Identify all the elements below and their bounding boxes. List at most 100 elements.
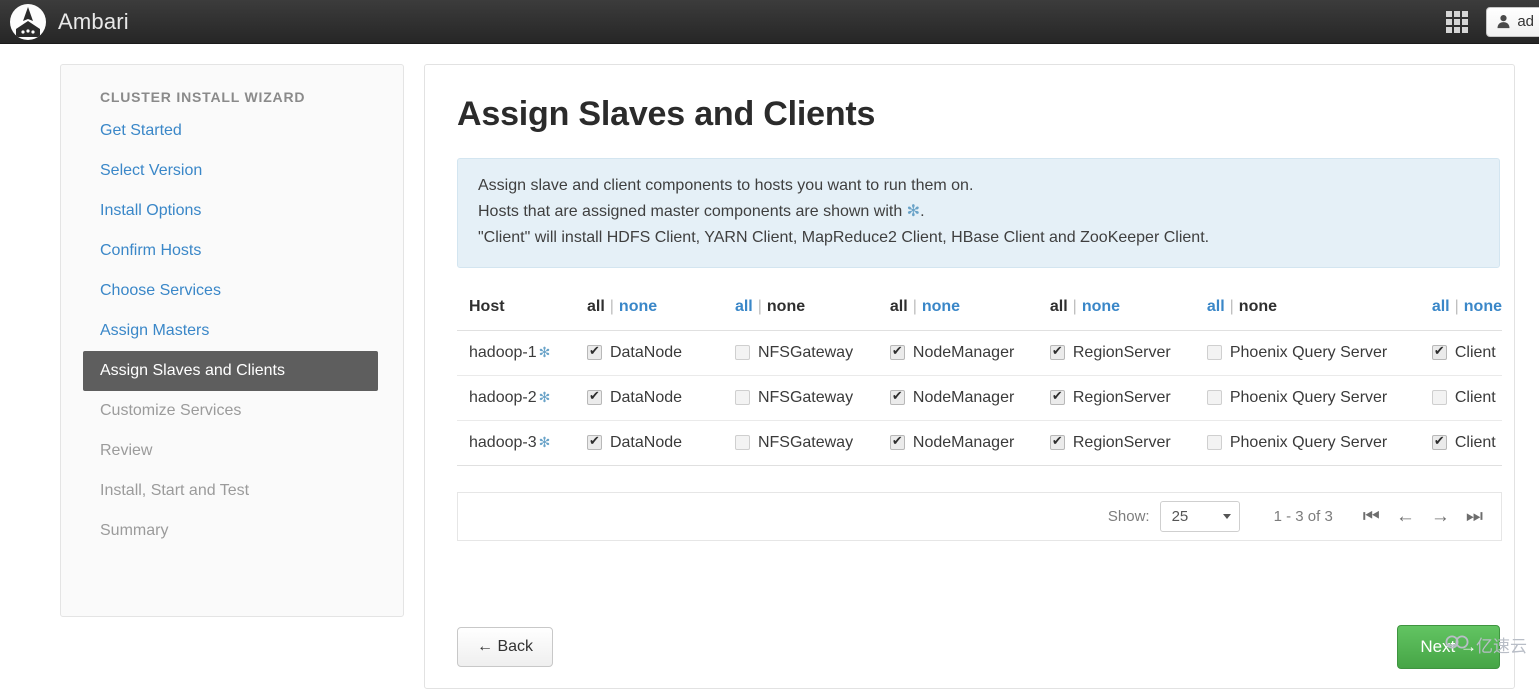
cell-regionserver[interactable]: RegionServer: [1049, 330, 1207, 376]
first-page-icon[interactable]: ⏮: [1363, 507, 1380, 526]
cell-datanode[interactable]: DataNode: [586, 420, 735, 466]
cell-nfsgateway[interactable]: NFSGateway: [734, 375, 890, 421]
sidebar-item-install-options[interactable]: Install Options: [61, 191, 403, 231]
label-nfsgateway: NFSGateway: [757, 434, 854, 451]
pagination-range: 1 - 3 of 3: [1273, 508, 1333, 525]
cell-nfsgateway[interactable]: NFSGateway: [734, 330, 890, 376]
assign-table-body: hadoop-1✻ DataNode NFSGateway NodeManage…: [457, 330, 1502, 466]
sidebar-item-assign-slaves[interactable]: Assign Slaves and Clients: [83, 351, 378, 391]
label-phoenix: Phoenix Query Server: [1229, 344, 1388, 361]
cell-nfsgateway[interactable]: NFSGateway: [734, 420, 890, 466]
sidebar-item-get-started[interactable]: Get Started: [61, 111, 403, 151]
wizard-sidebar: CLUSTER INSTALL WIZARD Get Started Selec…: [60, 64, 404, 617]
last-page-icon[interactable]: ⏭: [1466, 507, 1483, 526]
all-link-phoenix[interactable]: all: [1207, 298, 1225, 315]
navbar-right: ad: [1446, 0, 1539, 44]
col-header-nfsgateway: all | none: [734, 290, 890, 331]
user-menu-label: ad: [1517, 13, 1534, 30]
checkbox-datanode[interactable]: [586, 433, 602, 450]
checkbox-nfsgateway[interactable]: [734, 390, 750, 405]
prev-page-icon[interactable]: ←: [1396, 507, 1415, 526]
none-link-client[interactable]: none: [1464, 298, 1502, 315]
back-button[interactable]: ← Back: [457, 627, 554, 667]
watermark: 亿速云: [1445, 632, 1527, 657]
checkbox-client[interactable]: [1431, 343, 1447, 360]
none-link-regionserver[interactable]: none: [1082, 298, 1120, 315]
host-cell: hadoop-3 ✻: [457, 420, 587, 466]
label-phoenix: Phoenix Query Server: [1229, 389, 1388, 406]
assign-table: Host all | none all | none all | none all | none: [457, 290, 1502, 466]
brand[interactable]: Ambari: [10, 3, 129, 40]
next-page-icon[interactable]: →: [1431, 507, 1450, 526]
checkbox-datanode[interactable]: [586, 343, 602, 360]
sidebar-item-select-version[interactable]: Select Version: [61, 151, 403, 191]
none-link-datanode[interactable]: none: [619, 298, 657, 315]
all-link-nodemanager[interactable]: all: [890, 298, 908, 315]
info-line-2-pre: Hosts that are assigned master component…: [478, 203, 907, 220]
host-cell: hadoop-1 ✻: [457, 330, 587, 376]
cell-client[interactable]: Client: [1431, 330, 1502, 376]
none-link-nfsgateway[interactable]: none: [767, 298, 805, 315]
checkbox-phoenix[interactable]: [1206, 345, 1222, 360]
all-link-nfsgateway[interactable]: all: [735, 298, 753, 315]
grid-apps-icon[interactable]: [1446, 10, 1469, 33]
cell-phoenix[interactable]: Phoenix Query Server: [1206, 420, 1432, 466]
sidebar-item-assign-masters[interactable]: Assign Masters: [61, 311, 403, 351]
label-datanode: DataNode: [609, 344, 683, 361]
col-header-host: Host: [457, 290, 587, 331]
cell-phoenix[interactable]: Phoenix Query Server: [1206, 375, 1432, 421]
checkbox-datanode[interactable]: [586, 388, 602, 405]
checkbox-regionserver[interactable]: [1049, 343, 1065, 360]
col-header-regionserver: all | none: [1049, 290, 1207, 331]
link-separator: |: [912, 298, 917, 315]
all-link-regionserver[interactable]: all: [1050, 298, 1068, 315]
page-size-select[interactable]: 25: [1159, 501, 1240, 532]
table-row: hadoop-3✻ DataNode NFSGateway NodeManage…: [457, 420, 1502, 466]
master-star-icon: ✻: [538, 434, 551, 450]
checkbox-regionserver[interactable]: [1049, 388, 1065, 405]
label-nfsgateway: NFSGateway: [757, 344, 854, 361]
all-link-client[interactable]: all: [1432, 298, 1450, 315]
host-cell: hadoop-2 ✻: [457, 375, 587, 421]
checkbox-nfsgateway[interactable]: [734, 345, 750, 360]
link-separator: |: [609, 298, 614, 315]
checkbox-client[interactable]: [1431, 390, 1447, 405]
cell-datanode[interactable]: DataNode: [586, 375, 735, 421]
checkbox-phoenix[interactable]: [1206, 435, 1222, 450]
label-nodemanager: NodeManager: [912, 389, 1015, 406]
master-star-icon: ✻: [538, 344, 551, 360]
checkbox-nodemanager[interactable]: [889, 388, 905, 405]
user-menu-button[interactable]: ad: [1486, 6, 1539, 37]
cell-regionserver[interactable]: RegionServer: [1049, 375, 1207, 421]
table-header-row: Host all | none all | none all | none all | none: [457, 290, 1502, 331]
host-name: hadoop-3: [469, 434, 537, 451]
info-line-3: "Client" will install HDFS Client, YARN …: [478, 229, 1210, 246]
brand-title: Ambari: [58, 8, 129, 34]
checkbox-phoenix[interactable]: [1206, 390, 1222, 405]
cell-client[interactable]: Client: [1431, 375, 1502, 421]
checkbox-nfsgateway[interactable]: [734, 435, 750, 450]
link-separator: |: [1072, 298, 1077, 315]
checkbox-regionserver[interactable]: [1049, 433, 1065, 450]
cell-client[interactable]: Client: [1431, 420, 1502, 466]
checkbox-nodemanager[interactable]: [889, 343, 905, 360]
checkbox-client[interactable]: [1431, 433, 1447, 450]
host-name: hadoop-1: [469, 344, 537, 361]
label-regionserver: RegionServer: [1072, 344, 1171, 361]
cell-phoenix[interactable]: Phoenix Query Server: [1206, 330, 1432, 376]
cell-nodemanager[interactable]: NodeManager: [889, 420, 1050, 466]
cell-regionserver[interactable]: RegionServer: [1049, 420, 1207, 466]
cell-nodemanager[interactable]: NodeManager: [889, 330, 1050, 376]
show-label: Show:: [1107, 508, 1150, 525]
none-link-nodemanager[interactable]: none: [922, 298, 960, 315]
all-link-datanode[interactable]: all: [587, 298, 605, 315]
checkbox-nodemanager[interactable]: [889, 433, 905, 450]
cell-datanode[interactable]: DataNode: [586, 330, 735, 376]
sidebar-item-choose-services[interactable]: Choose Services: [61, 271, 403, 311]
sidebar-item-confirm-hosts[interactable]: Confirm Hosts: [61, 231, 403, 271]
ambari-logo-icon: [10, 3, 46, 40]
pagination-bar: Show: 25 1 - 3 of 3 ⏮ ← → ⏭: [457, 492, 1502, 541]
cell-nodemanager[interactable]: NodeManager: [889, 375, 1050, 421]
label-datanode: DataNode: [609, 434, 683, 451]
none-link-phoenix[interactable]: none: [1239, 298, 1277, 315]
